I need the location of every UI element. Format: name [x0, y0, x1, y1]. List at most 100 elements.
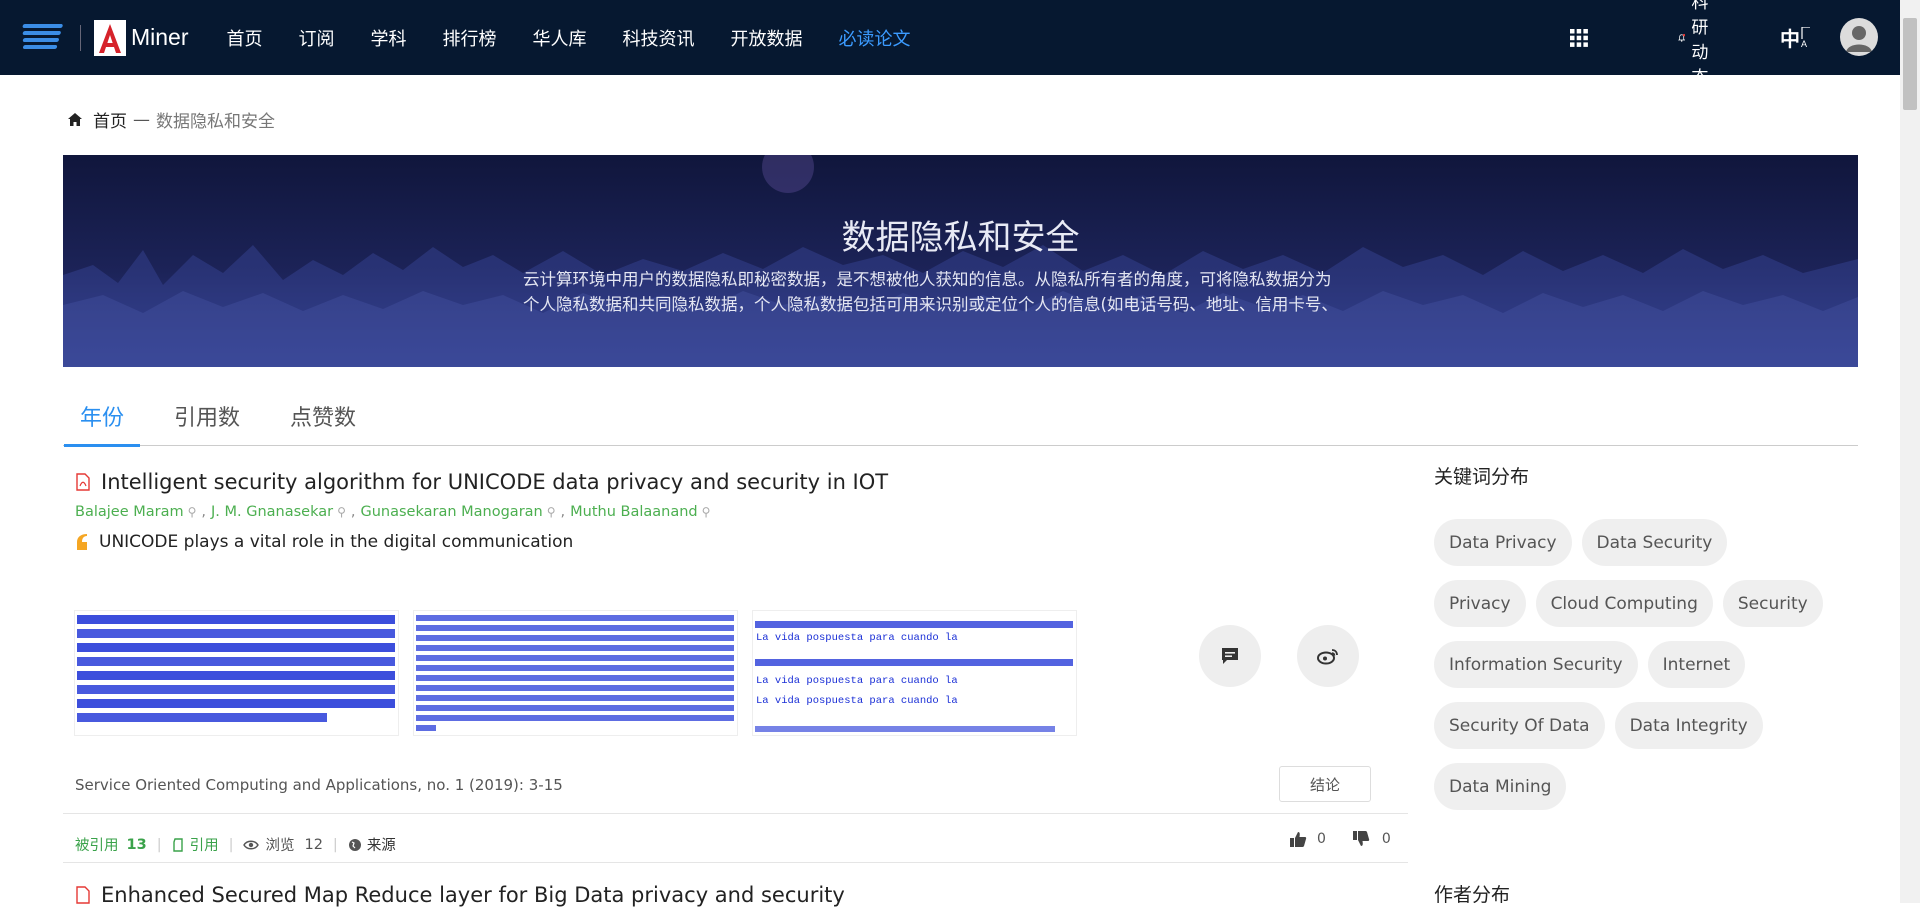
eye-icon: [243, 840, 260, 849]
keyword-distribution-panel: 关键词分布 Data Privacy Data Security Privacy…: [1434, 462, 1834, 824]
research-news-button[interactable]: 科研动态: [1678, 0, 1719, 88]
comment-icon: [1222, 648, 1238, 664]
paper-figure-thumbnail[interactable]: [74, 610, 399, 736]
cite-button[interactable]: 引用: [190, 834, 219, 855]
thumbs-up-icon[interactable]: [1289, 830, 1307, 848]
aminer-logo-icon: [22, 23, 63, 49]
search-icon[interactable]: ⚲: [547, 505, 556, 519]
banner-description-line1: 云计算环境中用户的数据隐私即秘密数据，是不想被他人获知的信息。从隐私所有者的角度…: [523, 270, 1332, 289]
banner-description: 云计算环境中用户的数据隐私即秘密数据，是不想被他人获知的信息。从隐私所有者的角度…: [523, 267, 1403, 317]
views-count: 12: [304, 836, 323, 853]
views-label: 浏览: [265, 838, 295, 854]
top-navigation-bar: Miner 首页 订阅 学科 排行榜 华人库 科技资讯 开放数据 必读论文 科研…: [0, 0, 1900, 88]
author-name[interactable]: Muthu Balaanand: [570, 504, 697, 520]
paper-title-row[interactable]: Intelligent security algorithm for UNICO…: [75, 470, 1403, 494]
paper-title[interactable]: Intelligent security algorithm for UNICO…: [101, 470, 888, 494]
banner-wave-decoration: [63, 155, 1858, 367]
nav-open-data[interactable]: 开放数据: [731, 25, 803, 51]
page-scrollbar[interactable]: [1900, 0, 1920, 903]
figure-pattern: [77, 615, 395, 722]
paper-stats: 被引用 13 | 引用 | 浏览 12 | 来源: [75, 834, 396, 855]
language-label: 中: [1780, 27, 1800, 51]
banner-title: 数据隐私和安全: [841, 218, 1080, 258]
tab-likes[interactable]: 点赞数: [290, 390, 356, 446]
keyword-tag[interactable]: Data Mining: [1434, 763, 1567, 810]
keyword-tag[interactable]: Security: [1722, 580, 1823, 627]
figure-text-3: La vida pospuesta para cuando la: [756, 695, 958, 707]
paper-title-row[interactable]: Enhanced Secured Map Reduce layer for Bi…: [63, 883, 845, 907]
brand-name: Miner: [131, 24, 189, 50]
tab-year[interactable]: 年份: [63, 390, 141, 447]
nav-home[interactable]: 首页: [227, 25, 263, 51]
apps-grid-button[interactable]: [1570, 28, 1588, 47]
a-letter-icon: [94, 19, 126, 56]
divider: [63, 862, 1408, 863]
cited-by-count[interactable]: 13: [127, 837, 147, 853]
stat-separator: |: [156, 836, 162, 853]
keyword-tag[interactable]: Data Integrity: [1614, 702, 1763, 749]
author-separator: ,: [350, 504, 356, 520]
paper-summary: UNICODE plays a vital role in the digita…: [75, 532, 1403, 552]
research-news-label: 科研动态: [1691, 0, 1709, 88]
language-switch[interactable]: 中 A: [1780, 23, 1812, 52]
home-icon: [68, 113, 82, 126]
summary-text: UNICODE plays a vital role in the digita…: [99, 532, 574, 552]
breadcrumb-home[interactable]: 首页: [93, 107, 127, 132]
author-separator: ,: [560, 504, 566, 520]
conclusion-button[interactable]: 结论: [1279, 766, 1371, 802]
breadcrumb-current: 数据隐私和安全: [156, 112, 275, 132]
globe-icon: [348, 838, 361, 851]
keyword-tag[interactable]: Security Of Data: [1434, 702, 1605, 749]
author-name[interactable]: J. M. Gnanasekar: [211, 504, 333, 520]
paper-venue: Service Oriented Computing and Applicati…: [75, 776, 563, 794]
logo-divider: [80, 24, 81, 51]
paper-title[interactable]: Enhanced Secured Map Reduce layer for Bi…: [101, 883, 845, 907]
keyword-tag[interactable]: Privacy: [1434, 580, 1526, 627]
comment-button[interactable]: [1199, 625, 1261, 687]
nav-disciplines[interactable]: 学科: [371, 25, 407, 51]
keyword-tag[interactable]: Internet: [1647, 641, 1746, 688]
cited-by-label[interactable]: 被引用: [75, 834, 119, 855]
thumbs-down-icon[interactable]: [1352, 830, 1370, 848]
paper-card: Intelligent security algorithm for UNICO…: [63, 470, 1408, 863]
tab-citations[interactable]: 引用数: [174, 390, 240, 446]
paper-votes: 0 0: [1289, 830, 1391, 848]
source-link[interactable]: 来源: [367, 834, 396, 855]
search-icon[interactable]: ⚲: [702, 505, 711, 519]
author-name[interactable]: Gunasekaran Manogaran: [361, 504, 543, 520]
keyword-tag[interactable]: Data Privacy: [1434, 519, 1572, 566]
nav-subscribe[interactable]: 订阅: [299, 25, 335, 51]
paper-figures: La vida pospuesta para cuando la La vida…: [74, 610, 1091, 736]
breadcrumb: 首页 — 数据隐私和安全: [67, 107, 275, 132]
weibo-share-button[interactable]: [1297, 625, 1359, 687]
likes-count: 0: [1317, 831, 1326, 847]
keyword-tag[interactable]: Cloud Computing: [1535, 580, 1713, 627]
nav-tech-news[interactable]: 科技资讯: [623, 25, 695, 51]
keyword-tag[interactable]: Data Security: [1581, 519, 1728, 566]
author-separator: ,: [201, 504, 207, 520]
pdf-icon[interactable]: [75, 473, 91, 491]
cite-icon[interactable]: [172, 837, 184, 852]
search-icon[interactable]: ⚲: [188, 505, 197, 519]
paper-figure-thumbnail[interactable]: La vida pospuesta para cuando la La vida…: [752, 610, 1077, 736]
svg-text:A: A: [1801, 39, 1807, 49]
nav-rankings[interactable]: 排行榜: [443, 25, 497, 51]
keyword-tag[interactable]: Information Security: [1434, 641, 1638, 688]
author-name[interactable]: Balajee Maram: [75, 504, 184, 520]
logo[interactable]: Miner: [20, 0, 189, 75]
translate-icon: A: [1801, 26, 1810, 49]
avatar[interactable]: [1840, 18, 1878, 56]
nav-chinese-scholars[interactable]: 华人库: [533, 25, 587, 51]
pdf-icon[interactable]: [75, 886, 91, 904]
scrollbar-thumb[interactable]: [1903, 18, 1917, 110]
search-icon[interactable]: ⚲: [337, 505, 346, 519]
stat-separator: |: [332, 836, 338, 853]
grid-icon: [1570, 28, 1588, 47]
nav-must-read-papers[interactable]: 必读论文: [839, 25, 911, 51]
topic-banner: 数据隐私和安全 云计算环境中用户的数据隐私即秘密数据，是不想被他人获知的信息。从…: [63, 155, 1858, 367]
sort-tabs: 年份 引用数 点赞数: [63, 390, 1858, 447]
divider: [63, 813, 1408, 814]
breadcrumb-separator: —: [133, 109, 150, 130]
user-icon: [1846, 26, 1872, 52]
paper-figure-thumbnail[interactable]: [413, 610, 738, 736]
